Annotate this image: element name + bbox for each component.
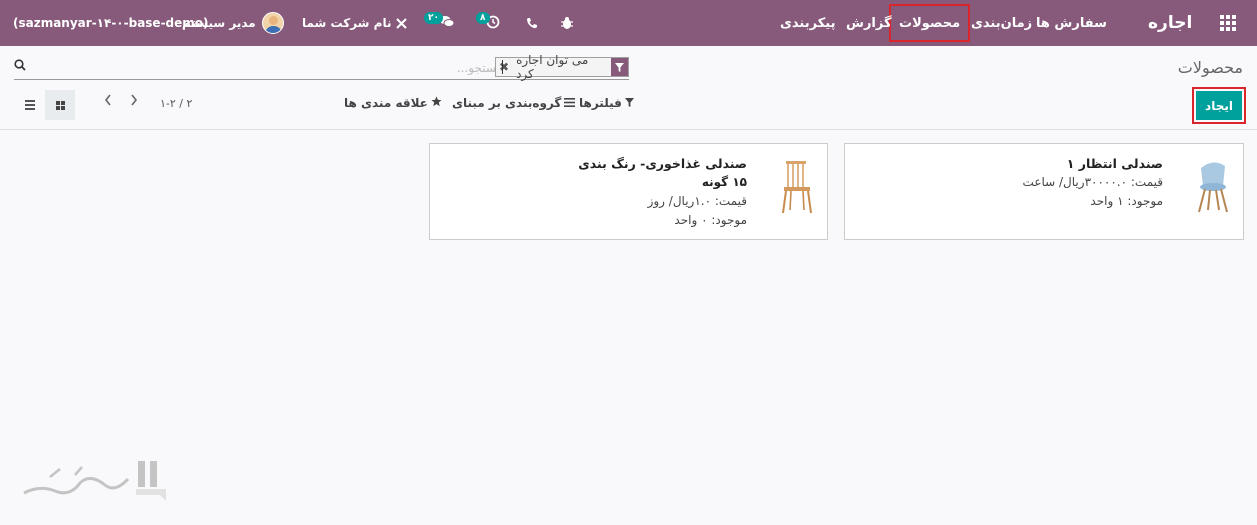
messages-badge: ۲۰ bbox=[424, 12, 443, 24]
search-input[interactable] bbox=[34, 58, 504, 78]
filter-label: فیلترها bbox=[579, 96, 622, 110]
tools-icon[interactable] bbox=[395, 0, 408, 46]
filter-icon bbox=[624, 96, 634, 110]
favorites-dropdown[interactable]: علاقه مندی ها bbox=[344, 96, 442, 110]
bars-icon bbox=[564, 96, 576, 110]
product-image bbox=[1195, 158, 1231, 214]
bug-icon[interactable] bbox=[560, 0, 574, 46]
app-brand[interactable]: اجاره bbox=[1148, 0, 1192, 46]
top-navbar: اجاره سفارش ها زمان‌بندی محصولات گزارش پ… bbox=[0, 0, 1257, 46]
pager-next-icon[interactable] bbox=[130, 94, 138, 110]
kanban-view-button[interactable] bbox=[45, 90, 75, 120]
search-icon[interactable] bbox=[14, 59, 26, 74]
group-by-label: گروه‌بندی بر مبنای bbox=[452, 96, 562, 110]
card-body: صندلی غذاخوری- رنگ بندی ۱۵ گونه قیمت: ۱.… bbox=[578, 154, 747, 230]
activity-badge: ۸ bbox=[476, 12, 490, 24]
database-name: (sazmanyar-۱۴-۰-base-demo) bbox=[13, 16, 209, 30]
menu-reporting[interactable]: گزارش bbox=[840, 0, 898, 46]
create-button-highlight: ایجاد bbox=[1192, 87, 1246, 124]
company-switcher[interactable]: نام شرکت شما bbox=[302, 0, 391, 46]
product-card[interactable]: صندلی غذاخوری- رنگ بندی ۱۵ گونه قیمت: ۱.… bbox=[429, 143, 828, 240]
menu-configuration[interactable]: پیکربندی bbox=[774, 0, 841, 46]
product-price: قیمت: ۱.۰ریال/ روز bbox=[647, 194, 747, 208]
product-stock: موجود: ۰ واحد bbox=[674, 213, 747, 227]
menu-orders[interactable]: سفارش ها bbox=[1030, 0, 1113, 46]
group-by-dropdown[interactable]: گروه‌بندی بر مبنای bbox=[452, 96, 576, 110]
kanban-icon bbox=[55, 100, 65, 110]
watermark-logo bbox=[20, 455, 170, 505]
product-variants: ۱۵ گونه bbox=[701, 175, 747, 189]
text-cursor bbox=[502, 60, 503, 74]
search-bar: ✖ می توان اجاره کرد bbox=[14, 53, 629, 81]
phone-icon[interactable] bbox=[526, 0, 538, 46]
filters-dropdown[interactable]: فیلترها bbox=[579, 96, 634, 110]
list-icon bbox=[25, 100, 35, 110]
create-button[interactable]: ایجاد bbox=[1196, 91, 1242, 120]
product-title: صندلی غذاخوری- رنگ بندی bbox=[578, 156, 747, 171]
product-stock: موجود: ۱ واحد bbox=[1090, 194, 1163, 208]
pager-value[interactable]: ۱-۲ / ۲ bbox=[160, 97, 192, 110]
activity-menu[interactable]: ۸ bbox=[476, 0, 500, 46]
product-title: صندلی انتظار ۱ bbox=[1066, 156, 1163, 171]
control-panel-divider bbox=[0, 129, 1257, 130]
menu-products[interactable]: محصولات bbox=[889, 4, 971, 42]
close-icon[interactable]: ✖ bbox=[496, 60, 512, 74]
pager-previous-icon[interactable] bbox=[104, 94, 112, 110]
product-card[interactable]: صندلی انتظار ۱ قیمت: ۳۰۰۰۰.۰ریال/ ساعت م… bbox=[844, 143, 1244, 240]
star-icon bbox=[431, 96, 442, 110]
messaging-menu[interactable]: ۲۰ bbox=[424, 0, 455, 46]
list-view-button[interactable] bbox=[15, 90, 45, 120]
search-facet: ✖ می توان اجاره کرد bbox=[495, 53, 629, 81]
facet-label: می توان اجاره کرد bbox=[516, 53, 589, 81]
product-image bbox=[779, 158, 815, 214]
avatar bbox=[261, 12, 284, 34]
card-body: صندلی انتظار ۱ قیمت: ۳۰۰۰۰.۰ریال/ ساعت م… bbox=[1023, 154, 1163, 211]
menu-schedule[interactable]: زمان‌بندی bbox=[965, 0, 1038, 46]
breadcrumb: محصولات bbox=[1177, 58, 1243, 77]
favorites-label: علاقه مندی ها bbox=[344, 96, 428, 110]
apps-menu-icon[interactable] bbox=[1220, 0, 1246, 46]
product-price: قیمت: ۳۰۰۰۰.۰ریال/ ساعت bbox=[1022, 175, 1163, 189]
filter-icon bbox=[610, 58, 628, 76]
